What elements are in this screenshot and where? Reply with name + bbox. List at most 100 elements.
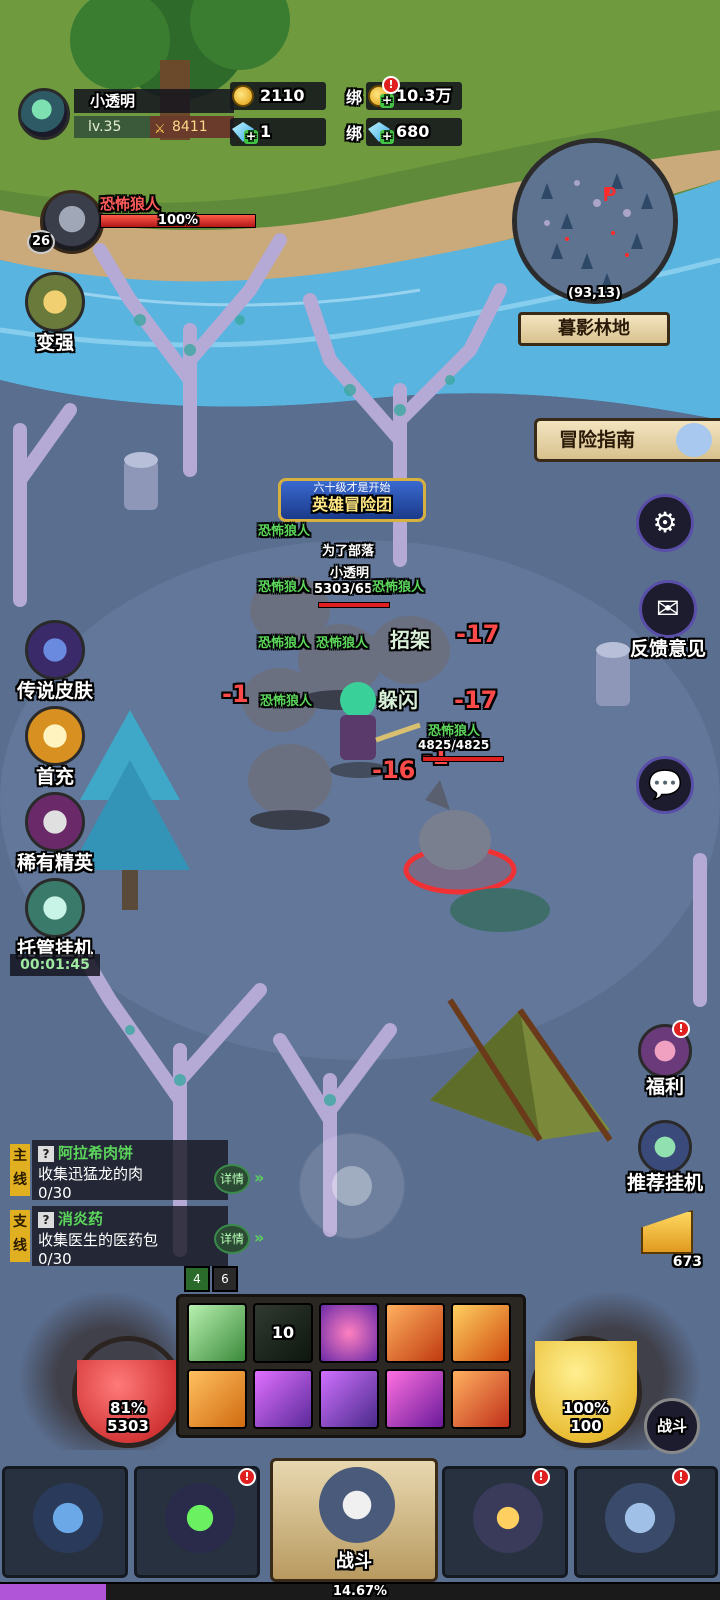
castle-gate-icon [473,1483,543,1553]
minimap[interactable]: P [512,138,678,304]
event-banner[interactable]: 六十级才是开始 英雄冒险团 [278,478,426,522]
skill-slot-5[interactable] [451,1303,511,1363]
bound-gold-counter[interactable]: + 10.3万 [366,82,462,110]
legend-skin-label: 传说皮肤 [16,680,93,702]
player-level: lv.35 [74,116,150,138]
diamond-value: 1 [260,122,272,141]
bottom-navigation: ! 战斗 ! ! [0,1458,720,1582]
dodge-text: 躲闪 [378,688,418,712]
welfare-alert-badge: ! [672,1020,690,1038]
nav-tab-guild[interactable] [442,1466,568,1578]
damage-number: -17 [454,686,498,714]
target-enemy-hp-bar [422,756,504,762]
buff-slot[interactable]: 6 [212,1266,238,1292]
auto-idle-button[interactable]: 托管挂机 [0,878,110,961]
bound-diamond-counter[interactable]: + 680 [366,118,462,146]
guild-alert-badge: ! [532,1468,550,1486]
nav-battle-label: 战斗 [336,1551,372,1572]
quest-detail-button[interactable]: 详情 [214,1224,250,1254]
nav-tab-shop[interactable] [574,1466,718,1578]
quest-progress: 0/30 [38,1184,72,1202]
strengthen-button[interactable]: 变强 [0,272,110,355]
skill-slot-7[interactable] [253,1369,313,1429]
skin-icon [25,620,85,680]
skill-slot-8[interactable] [319,1369,379,1429]
hourglass-icon [25,878,85,938]
quest-desc: 收集医生的医药包 [38,1229,222,1250]
question-mark-icon: ? [38,1212,54,1228]
settings-button[interactable]: ⚙ [636,494,694,552]
recommend-idle-label: 推荐挂机 [626,1172,703,1194]
hooded-mage-icon [165,1483,235,1553]
rare-elite-button[interactable]: 稀有精英 [0,792,110,875]
add-bound-gold-icon[interactable]: + [380,94,394,108]
bound-gold-label: 绑 [346,88,363,107]
event-banner-top: 六十级才是开始 [313,481,391,494]
nav-tab-battle[interactable]: 战斗 [270,1458,438,1582]
player-panel[interactable]: 小透明 lv.35 ⚔ 8411 [18,86,234,140]
strengthen-label: 变强 [35,332,74,354]
gold-value: 2110 [260,86,305,105]
chat-button[interactable]: 💬 [636,756,694,814]
skill-slot-2[interactable]: 10 [253,1303,313,1363]
skill-bar: 10 [176,1294,526,1438]
enemy-nameplate: 恐怖狼人 [372,580,425,595]
boss-hp-bar: 100% [100,213,256,228]
question-mark-icon: ? [38,1146,54,1162]
boss-name: 恐怖狼人 [100,195,161,213]
combat-power-value: 8411 [172,119,208,135]
hp-percent: 81% [110,1399,146,1417]
skill-slot-4[interactable] [385,1303,445,1363]
player-avatar[interactable] [18,88,70,140]
parry-text: 招架 [390,628,430,652]
enemy-nameplate: 恐怖狼人 [258,636,311,651]
skill-slot-1[interactable] [187,1303,247,1363]
welfare-button[interactable]: 福利 [620,1024,710,1099]
quest-title: ? 阿拉希肉饼 [38,1142,222,1163]
damage-number: -1 [222,680,249,708]
first-recharge-button[interactable]: 首充 [0,706,110,789]
hero-hp-bar [318,602,390,608]
add-diamond-icon[interactable]: + [244,130,258,144]
feedback-button[interactable]: ✉ 反馈意见 [616,580,720,661]
quest-detail-button[interactable]: 详情 [214,1164,250,1194]
sun-icon [25,706,85,766]
shield-icon [25,272,85,332]
skill-slot-3[interactable] [319,1303,379,1363]
double-chevron-right-icon[interactable]: » [254,1168,264,1187]
experience-bar: 14.67% [0,1582,720,1600]
nav-tab-character[interactable] [2,1466,128,1578]
quest-desc: 收集迅猛龙的肉 [38,1163,222,1184]
recommend-idle-button[interactable]: 推荐挂机 [610,1120,720,1195]
gold-counter: 2110 [230,82,326,110]
adventure-guide-label: 冒险指南 [559,429,636,451]
skull-icon [25,792,85,852]
skill-slot-10[interactable] [451,1369,511,1429]
skill-cooldown: 10 [255,1305,311,1361]
player-name: 小透明 [74,89,234,113]
cheese-icon [641,1210,693,1254]
gold-coin-icon [232,85,254,107]
skull-swords-icon [319,1467,395,1543]
quest-desc-text: 收集医生的医药包 [38,1231,159,1249]
diamond-counter[interactable]: + 1 [230,118,326,146]
player-guild: 为了部落 [322,544,375,559]
tower-icon [605,1483,675,1553]
buff-slot[interactable]: 4 [184,1266,210,1292]
mp-orb: 100% 100 [530,1336,642,1448]
skill-slot-6[interactable] [187,1369,247,1429]
double-chevron-right-icon[interactable]: » [254,1228,264,1247]
cheese-item-button[interactable]: 673 [632,1210,702,1270]
battle-mode-toggle[interactable]: 战斗 [644,1398,700,1454]
minimap-terrain: P [517,143,673,299]
legend-skin-button[interactable]: 传说皮肤 [0,620,110,703]
skill-slot-9[interactable] [385,1369,445,1429]
combat-power: ⚔ 8411 [150,116,234,138]
svg-text:P: P [603,184,616,206]
damage-number: -16 [372,756,416,784]
buff-stack-count: 6 [221,1272,229,1286]
adventure-guide-button[interactable]: 冒险指南 [534,418,720,462]
hero-nameplate: 小透明 [330,566,370,581]
quest-tag-side: 支线 [10,1210,30,1262]
add-bound-diamond-icon[interactable]: + [380,130,394,144]
